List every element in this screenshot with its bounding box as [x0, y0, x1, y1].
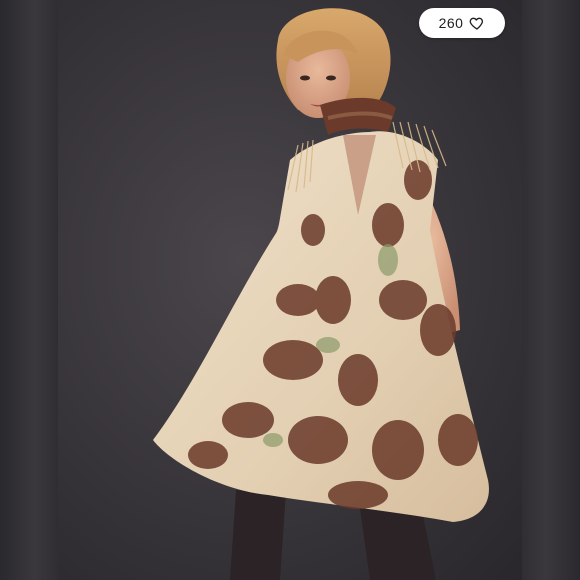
like-count: 260 [438, 15, 464, 31]
listing-photo-frame: 260 [0, 0, 580, 580]
model-in-tie-dye-dress-illustration [153, 8, 489, 580]
product-photo[interactable] [58, 0, 522, 580]
blurred-right-border [522, 0, 580, 580]
blurred-left-border [0, 0, 58, 580]
like-button[interactable]: 260 [419, 8, 505, 38]
heart-outline-icon [469, 15, 485, 31]
